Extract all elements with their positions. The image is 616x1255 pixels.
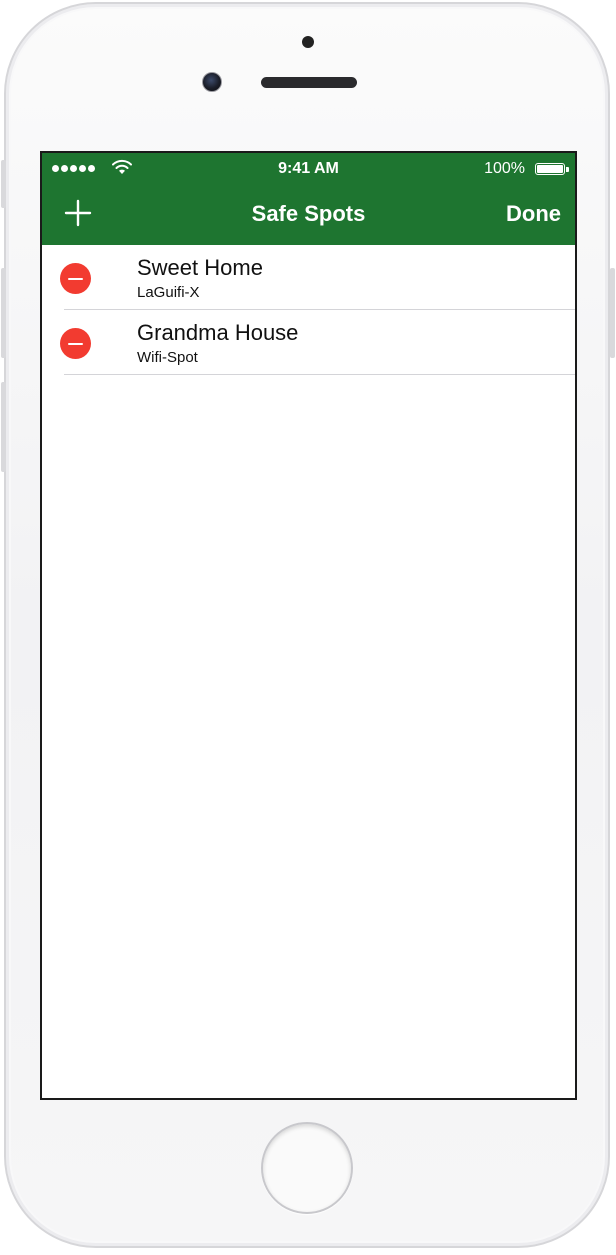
spot-network: LaGuifi-X xyxy=(137,284,200,301)
safe-spots-list: Sweet Home LaGuifi-X Grandma House Wifi-… xyxy=(42,245,575,375)
row-divider xyxy=(64,374,575,375)
battery-fill xyxy=(537,165,563,173)
navigation-bar: 9:41 AM 100% Safe Spots Done xyxy=(42,153,575,245)
volume-up-button xyxy=(1,268,6,358)
screen: 9:41 AM 100% Safe Spots Done Sweet Home … xyxy=(40,151,577,1100)
power-button xyxy=(610,268,615,358)
spot-name: Grandma House xyxy=(137,320,299,345)
spot-network: Wifi-Spot xyxy=(137,349,198,366)
list-item[interactable]: Grandma House Wifi-Spot xyxy=(42,310,575,375)
proximity-sensor xyxy=(302,36,314,48)
page-title: Safe Spots xyxy=(251,201,366,226)
earpiece-speaker xyxy=(261,77,357,88)
front-camera xyxy=(202,72,222,92)
status-bar: 9:41 AM 100% xyxy=(42,153,575,187)
mute-switch xyxy=(1,160,6,208)
volume-down-button xyxy=(1,382,6,472)
done-button[interactable]: Done xyxy=(506,201,561,227)
battery-percentage: 100% xyxy=(484,160,525,177)
battery-icon xyxy=(535,163,565,175)
battery-tip xyxy=(566,167,569,172)
delete-minus-icon[interactable] xyxy=(60,263,91,294)
delete-minus-icon[interactable] xyxy=(60,328,91,359)
home-button[interactable] xyxy=(261,1122,353,1214)
list-item[interactable]: Sweet Home LaGuifi-X xyxy=(42,245,575,310)
spot-name: Sweet Home xyxy=(137,255,263,280)
